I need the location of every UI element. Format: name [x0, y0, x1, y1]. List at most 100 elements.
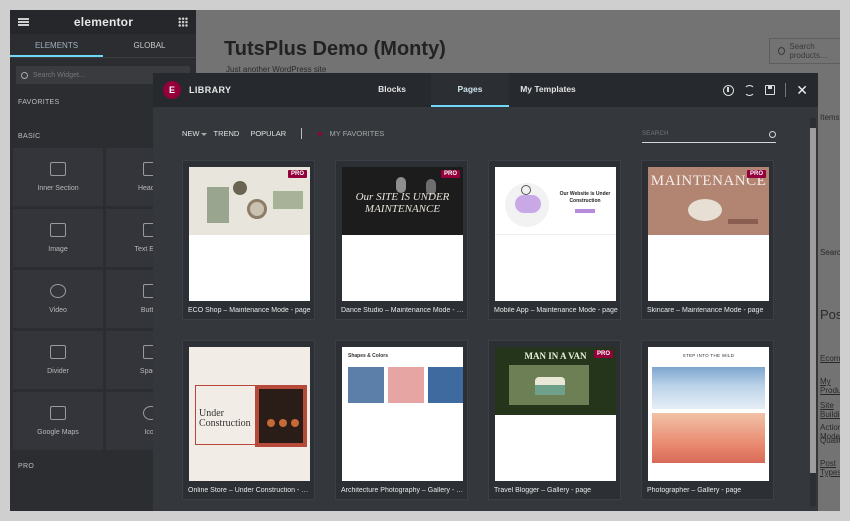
sync-icon[interactable] [744, 84, 756, 96]
hamburger-menu-icon[interactable] [18, 18, 29, 26]
template-thumbnail[interactable]: PRO [189, 167, 310, 301]
template-name: Architecture Photography – Gallery - pag… [341, 487, 465, 494]
filter-my-favorites[interactable]: MY FAVORITES [330, 129, 385, 138]
pro-badge: PRO [287, 170, 307, 178]
template-card[interactable]: Our Website is Under Construction Mobile… [488, 160, 621, 320]
tab-my-templates[interactable]: My Templates [509, 73, 587, 107]
filter-new[interactable]: NEW [182, 129, 207, 138]
library-search-input[interactable]: SEARCH [642, 126, 776, 143]
apps-grid-icon[interactable] [178, 17, 188, 27]
template-name: Photographer – Gallery - page [647, 487, 742, 494]
bg-text: Posts [820, 307, 840, 322]
widget-label: Divider [47, 368, 69, 375]
thumbnail-hero: Shapes & Colors [342, 347, 463, 415]
template-card[interactable]: MAN IN A VAN PRO Travel Blogger – Galler… [488, 340, 621, 500]
divider-icon [50, 345, 66, 359]
pro-badge: PRO [746, 170, 766, 178]
search-icon [769, 130, 776, 138]
bg-link[interactable]: Quality [820, 436, 840, 445]
template-name: Skincare – Maintenance Mode - page [647, 307, 764, 314]
tab-global[interactable]: GLOBAL [103, 34, 196, 57]
search-icon [21, 71, 28, 79]
widget-inner-section[interactable]: Inner Section [13, 148, 103, 206]
library-tabs: Blocks Pages My Templates [353, 73, 587, 107]
template-card[interactable]: STEP INTO THE WILD Photographer – Galler… [641, 340, 774, 500]
template-card[interactable]: PRO ECO Shop – Maintenance Mode - page [182, 160, 315, 320]
search-icon [778, 47, 786, 55]
scrollbar-thumb[interactable] [810, 128, 816, 473]
close-icon[interactable]: ✕ [796, 83, 808, 97]
template-card[interactable]: Under Construction Online Store – Under … [182, 340, 315, 500]
widget-search-placeholder: Search Widget... [33, 71, 85, 79]
template-thumbnail[interactable]: MAN IN A VAN PRO [495, 347, 616, 481]
pro-badge: PRO [440, 170, 460, 178]
template-name: Dance Studio – Maintenance Mode - page [341, 307, 465, 314]
template-name: Travel Blogger – Gallery - page [494, 487, 592, 494]
upload-icon[interactable] [723, 84, 735, 96]
template-name: Online Store – Under Construction - page [188, 487, 312, 494]
thumbnail-title: STEP INTO THE WILD [682, 353, 735, 358]
thumbnail-hero: STEP INTO THE WILD [648, 347, 769, 481]
bg-link[interactable]: Site Building [820, 401, 840, 419]
widget-label: Google Maps [37, 429, 79, 436]
widget-video[interactable]: Video [13, 270, 103, 328]
template-thumbnail[interactable]: Shapes & Colors [342, 347, 463, 481]
widget-google-maps[interactable]: Google Maps [13, 392, 103, 450]
template-card[interactable]: Our SITE IS UNDER MAINTENANCE PRO Dance … [335, 160, 468, 320]
video-icon [50, 284, 66, 298]
pro-badge: PRO [593, 350, 613, 358]
widget-divider[interactable]: Divider [13, 331, 103, 389]
thumbnail-title: Under Construction [199, 408, 251, 429]
page-title: TutsPlus Demo (Monty) [224, 38, 446, 60]
sidebar-tabs: ELEMENTS GLOBAL [10, 34, 196, 58]
chevron-down-icon [200, 133, 207, 136]
template-name: Mobile App – Maintenance Mode - page [494, 307, 618, 314]
library-header: E LIBRARY Blocks Pages My Templates ✕ [153, 73, 818, 107]
image-icon [50, 223, 66, 237]
tab-blocks[interactable]: Blocks [353, 73, 431, 107]
template-card[interactable]: Shapes & Colors Architecture Photography… [335, 340, 468, 500]
template-thumbnail[interactable]: Our Website is Under Construction [495, 167, 616, 301]
tab-elements[interactable]: ELEMENTS [10, 34, 103, 57]
template-card[interactable]: MAINTENANCE PRO Skincare – Maintenance M… [641, 160, 774, 320]
bg-text: Search [820, 248, 840, 257]
save-icon[interactable] [765, 85, 776, 95]
divider [301, 128, 303, 139]
library-search-placeholder: SEARCH [642, 131, 669, 137]
template-library-modal: E LIBRARY Blocks Pages My Templates ✕ NE… [153, 73, 818, 511]
bg-text: Items [820, 113, 840, 122]
thumbnail-title: Shapes & Colors [348, 353, 389, 359]
bg-link[interactable]: My Products [820, 377, 840, 395]
library-actions: ✕ [723, 73, 808, 107]
filter-popular[interactable]: POPULAR [250, 129, 286, 138]
google-maps-icon [50, 406, 66, 420]
bg-link[interactable]: Post Types [820, 459, 840, 477]
library-title: LIBRARY [189, 85, 232, 95]
template-thumbnail[interactable]: MAINTENANCE PRO [648, 167, 769, 301]
thumbnail-title: Our Website is Under Construction [559, 191, 611, 204]
template-thumbnail[interactable]: STEP INTO THE WILD [648, 347, 769, 481]
widget-label: Image [48, 246, 68, 253]
screenshot-frame: elementor ELEMENTS GLOBAL Search Widget.… [10, 10, 840, 511]
filter-trend[interactable]: TREND [214, 129, 240, 138]
widget-label: Video [49, 307, 67, 314]
thumbnail-hero: Our Website is Under Construction [495, 167, 616, 235]
page-search-placeholder: Search products… [789, 42, 828, 60]
template-thumbnail[interactable]: Under Construction [189, 347, 310, 481]
library-filters: NEW TREND POPULAR ♥ MY FAVORITES [182, 128, 384, 139]
library-scrollbar[interactable] [810, 118, 816, 506]
widget-image[interactable]: Image [13, 209, 103, 267]
divider [785, 83, 787, 97]
heart-icon: ♥ [317, 128, 323, 139]
widget-label: Inner Section [37, 185, 79, 192]
inner-section-icon [50, 162, 66, 176]
sidebar-header: elementor [10, 10, 196, 34]
filter-new-label: NEW [182, 129, 200, 138]
tab-pages[interactable]: Pages [431, 73, 509, 107]
bg-link[interactable]: Ecommerce [820, 354, 840, 363]
page-search-input[interactable]: Search products… [769, 38, 840, 64]
elementor-e-icon: E [163, 81, 181, 99]
template-thumbnail[interactable]: Our SITE IS UNDER MAINTENANCE PRO [342, 167, 463, 301]
template-name: ECO Shop – Maintenance Mode - page [188, 307, 311, 314]
thumbnail-hero: Under Construction [189, 347, 310, 481]
